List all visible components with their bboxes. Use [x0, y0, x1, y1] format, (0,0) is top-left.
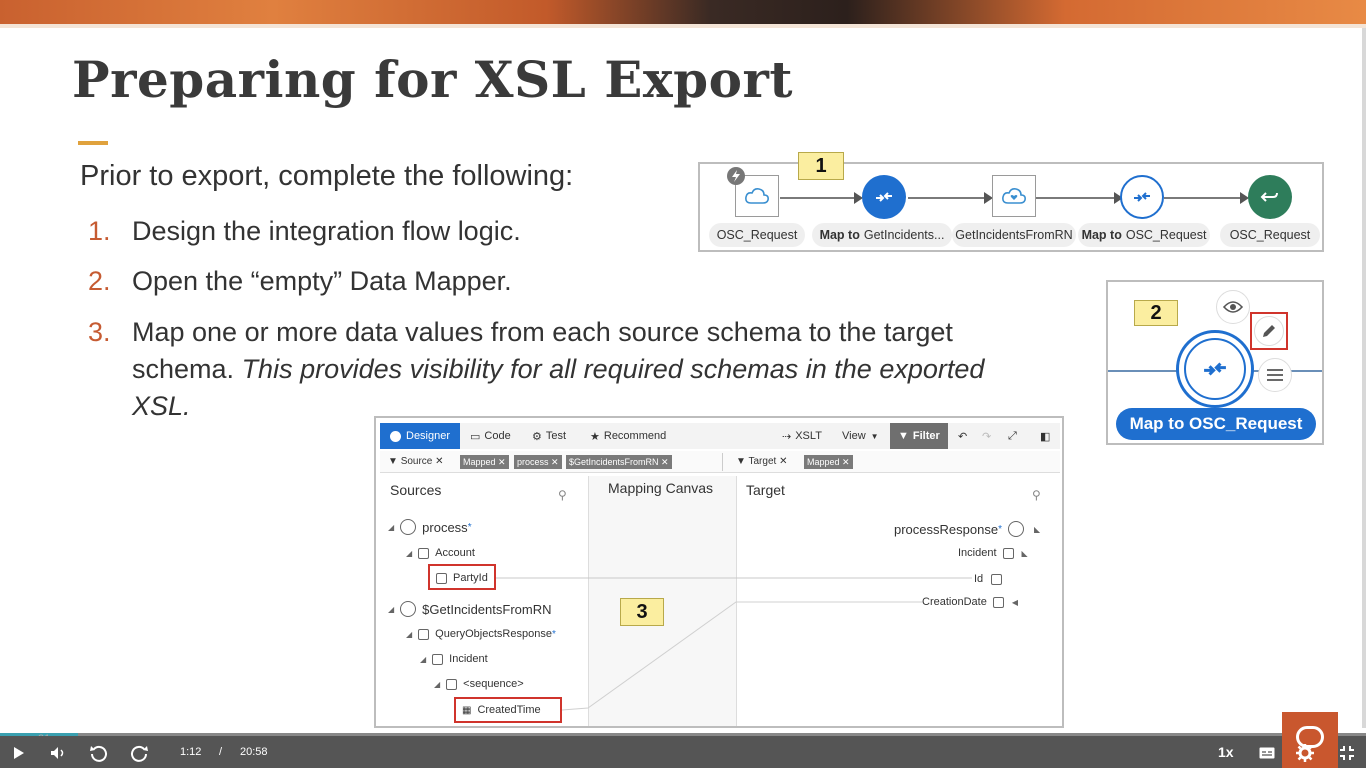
map-icon [876, 192, 892, 202]
slide-title: Preparing for XSL Export [72, 50, 793, 109]
lightning-icon [727, 167, 745, 185]
mapping-line [561, 601, 922, 711]
node-label: OSC_Request [1220, 223, 1320, 247]
callout-3: 3 [620, 598, 664, 626]
step-number: 2. [88, 266, 111, 296]
callout-1: 1 [798, 152, 844, 180]
step-number: 3. [88, 317, 111, 347]
time-separator: / [219, 746, 223, 758]
flow-connector [780, 197, 860, 199]
map-node-2[interactable] [1120, 175, 1164, 219]
return-icon [1260, 192, 1278, 202]
map-icon [1134, 192, 1150, 202]
forward-icon[interactable] [128, 742, 150, 764]
current-time: 1:12 [180, 746, 202, 758]
slide-edge [1362, 28, 1366, 728]
settings-icon[interactable] [1294, 742, 1316, 764]
step-text: Open the “empty” Data Mapper. [132, 266, 512, 296]
flow-connector [1164, 197, 1246, 199]
duration: 20:58 [240, 746, 268, 758]
data-mapper-screenshot: Designer ▭ Code ⚙ Test ★ Recommend ⇢ XSLT Vi… [374, 416, 1064, 728]
step-2: 2. Open the “empty” Data Mapper. [88, 263, 1032, 300]
eye-icon[interactable] [1216, 290, 1250, 324]
flow-connector [1036, 197, 1120, 199]
invoke-node[interactable] [992, 175, 1036, 217]
cloud-icon [745, 188, 769, 204]
node-label: GetIncidentsFromRN [952, 223, 1076, 247]
rewind-icon[interactable] [88, 742, 110, 764]
node-label: Map to OSC_Request [1078, 223, 1210, 247]
play-icon[interactable] [8, 742, 30, 764]
node-label: OSC_Request [709, 223, 805, 247]
speed-button[interactable]: 1x [1218, 744, 1234, 760]
flow-connector [908, 197, 990, 199]
video-controls: 1:12 / 20:58 1x [0, 736, 1366, 768]
mapping-lines [496, 577, 972, 711]
callout-2: 2 [1134, 300, 1178, 326]
pencil-icon[interactable] [1254, 316, 1284, 346]
accent-rule [78, 141, 108, 145]
header-banner [0, 0, 1366, 28]
intro-text: Prior to export, complete the following: [80, 160, 574, 192]
volume-icon[interactable] [48, 742, 70, 764]
step-note: This provides visibility for all require… [132, 354, 985, 421]
return-node[interactable] [1248, 175, 1292, 219]
map-action-label[interactable]: Map to OSC_Request [1116, 408, 1316, 440]
captions-icon[interactable] [1256, 742, 1278, 764]
cloud-icon [1002, 188, 1026, 204]
step-number: 1. [88, 216, 111, 246]
map-node[interactable] [1176, 330, 1254, 408]
integration-flow-diagram: 1 OSC_Request Map to GetIncidents... GetI… [698, 152, 1324, 252]
step-3: 3. Map one or more data values from each … [88, 314, 1032, 425]
fullscreen-icon[interactable] [1336, 742, 1358, 764]
map-node-1[interactable] [862, 175, 906, 219]
menu-icon[interactable] [1258, 358, 1292, 392]
map-icon [1204, 362, 1226, 376]
node-label: Map to GetIncidents... [812, 223, 952, 247]
map-action-box: 2 Map to OSC_Request [1106, 280, 1324, 445]
